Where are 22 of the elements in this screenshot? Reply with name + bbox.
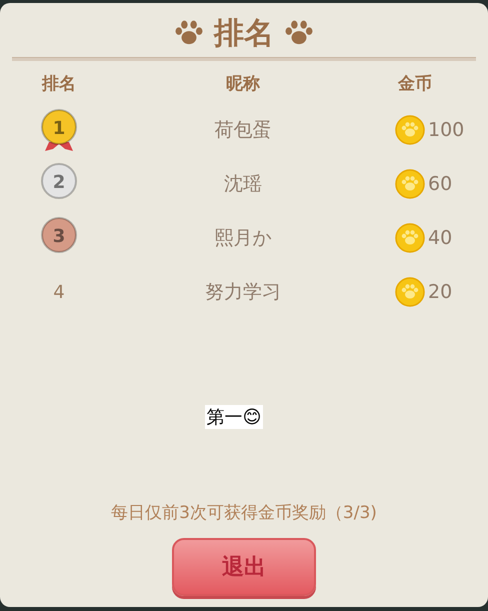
paw-icon [284, 20, 314, 46]
coin-amount: 60 [428, 173, 452, 195]
coin-icon [395, 169, 425, 199]
dialog-title: 排名 [214, 14, 274, 52]
player-name: 荷包蛋 [214, 118, 272, 143]
player-name: 努力学习 [205, 280, 281, 305]
reward-notice: 每日仅前3次可获得金币奖励（3/3) [110, 502, 378, 524]
coin-icon [395, 223, 425, 253]
column-header: 金币 [398, 72, 432, 94]
player-name: 熙月か [214, 226, 272, 251]
coin-amount: 40 [428, 227, 452, 249]
column-header: 排名 [42, 72, 76, 94]
toast-message: 第一😊 [204, 405, 264, 429]
coin-icon [395, 115, 425, 145]
coin-amount: 100 [428, 119, 464, 141]
column-header: 昵称 [226, 72, 260, 94]
paw-icon [174, 20, 204, 46]
coin-icon [395, 277, 425, 307]
rank-number: 4 [53, 282, 65, 302]
player-name: 沈瑶 [224, 172, 262, 197]
coin-amount: 20 [428, 281, 452, 303]
exit-button[interactable]: 退出 [172, 538, 316, 596]
